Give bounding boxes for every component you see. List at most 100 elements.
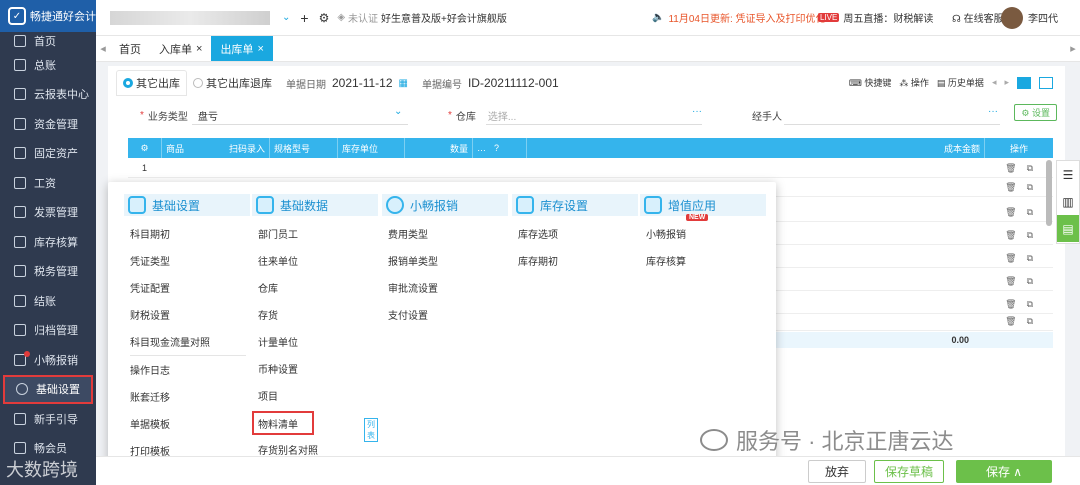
menu-item[interactable]: 审批流设置	[382, 274, 508, 301]
update-notice[interactable]: 🔈 11月04日更新: 凭证导入及打印优化	[652, 10, 826, 25]
menu-item[interactable]: 币种设置	[252, 355, 378, 382]
delete-icon[interactable]: 🗑	[1005, 299, 1016, 310]
delete-icon[interactable]: 🗑	[1005, 253, 1016, 264]
col-product: 商品 扫码录入	[162, 138, 270, 158]
sidebar-item-funds[interactable]: 资金管理	[0, 109, 96, 139]
sidebar-item-inventory[interactable]: 库存核算	[0, 227, 96, 257]
tax-icon	[14, 265, 26, 278]
copy-icon[interactable]: ⧉	[1027, 182, 1033, 193]
settings-button[interactable]: ⚙ 设置	[1014, 104, 1057, 121]
more-icon[interactable]: ···	[988, 106, 998, 117]
sidebar-item-basic-settings[interactable]: 基础设置	[3, 374, 93, 404]
sidebar-item-ledger[interactable]: 总账	[0, 50, 96, 80]
menu-item[interactable]: 支付设置	[382, 301, 508, 328]
scrollbar[interactable]	[1046, 160, 1052, 226]
menu-item[interactable]: 财税设置	[124, 301, 250, 328]
save-button[interactable]: 保存 ∧	[956, 460, 1052, 483]
menu-item[interactable]: 存货	[252, 301, 378, 328]
table-row[interactable]: 1 🗑 ⧉	[128, 159, 1053, 178]
menu-item[interactable]: 部门员工	[252, 220, 378, 247]
menu-item[interactable]: 计量单位	[252, 328, 378, 355]
menu-item[interactable]: 库存期初	[512, 247, 638, 274]
menu-item[interactable]: 费用类型	[382, 220, 508, 247]
delete-icon[interactable]: 🗑	[1005, 182, 1016, 193]
clipboard-icon[interactable]: ▤	[1057, 215, 1079, 242]
sidebar-item-home[interactable]: 首页	[0, 32, 96, 50]
menu-item[interactable]: 凭证类型	[124, 247, 250, 274]
operations-button[interactable]: ⁂ 操作	[899, 76, 929, 89]
radio-other-outbound-return[interactable]: 其它出库退库	[193, 75, 272, 91]
tab-scroll-left-icon[interactable]: ◂	[96, 36, 110, 61]
online-service[interactable]: ☊ 在线客服	[952, 10, 1004, 25]
user-menu[interactable]: 李四代	[1001, 6, 1058, 29]
doc-list-icon[interactable]: ☰	[1057, 161, 1079, 188]
delete-icon[interactable]: 🗑	[1005, 276, 1016, 287]
copy-icon[interactable]: ⧉	[1027, 230, 1033, 241]
delete-icon[interactable]: 🗑	[1005, 316, 1016, 327]
menu-item[interactable]: 库存核算	[640, 247, 766, 274]
scan-entry[interactable]: 扫码录入	[229, 142, 265, 155]
menu-item[interactable]: 凭证配置	[124, 274, 250, 301]
copy-icon[interactable]: ⧉	[1027, 163, 1033, 174]
delete-icon[interactable]: 🗑	[1005, 163, 1016, 174]
menu-item[interactable]: 库存选项	[512, 220, 638, 247]
menu-item-bom[interactable]: 物料清单 列表	[252, 411, 378, 442]
biz-type-field[interactable]: * 业务类型 盘亏	[140, 108, 218, 123]
close-icon[interactable]: ×	[196, 43, 202, 55]
calendar-icon[interactable]: ▦	[399, 78, 408, 89]
menu-item[interactable]: 小畅报销 NEW	[640, 214, 766, 247]
tab-home[interactable]: 首页	[110, 36, 150, 61]
menu-item[interactable]: 报销单类型	[382, 247, 508, 274]
chevron-down-icon[interactable]: ⌄	[394, 106, 402, 117]
doc-date-value[interactable]: 2021-11-12	[332, 76, 393, 90]
next-icon[interactable]: ▸	[1004, 77, 1009, 88]
report-icon[interactable]: ▥	[1057, 188, 1079, 215]
tab-inbound[interactable]: 入库单 ×	[150, 36, 211, 61]
copy-icon[interactable]: ⧉	[1027, 316, 1033, 327]
chevron-down-icon[interactable]: ⌄	[282, 12, 290, 23]
sidebar-item-report[interactable]: 云报表中心	[0, 80, 96, 110]
gear-icon[interactable]: ⚙	[319, 11, 330, 25]
card-view-icon[interactable]	[1039, 76, 1053, 89]
copy-icon[interactable]: ⧉	[1027, 253, 1033, 264]
sidebar-item-closing[interactable]: 结账	[0, 286, 96, 316]
sidebar-item-assets[interactable]: 固定资产	[0, 139, 96, 169]
sidebar-item-expense[interactable]: 小畅报销	[0, 345, 96, 375]
sidebar-item-tax[interactable]: 税务管理	[0, 257, 96, 287]
tab-outbound[interactable]: 出库单 ×	[211, 36, 273, 61]
grid-settings-icon[interactable]: ⚙	[128, 138, 162, 158]
menu-item[interactable]: 操作日志	[124, 356, 250, 383]
handler-field[interactable]: 经手人	[752, 108, 782, 123]
menu-item[interactable]: 往来单位	[252, 247, 378, 274]
menu-item[interactable]: 项目	[252, 382, 378, 409]
sidebar-item-archive[interactable]: 归档管理	[0, 316, 96, 346]
delete-icon[interactable]: 🗑	[1005, 230, 1016, 241]
sidebar-item-guide[interactable]: 新手引导	[0, 404, 96, 434]
copy-icon[interactable]: ⧉	[1027, 276, 1033, 287]
prev-icon[interactable]: ◂	[992, 77, 997, 88]
live-link[interactable]: LIVE 周五直播：财税解读	[818, 10, 933, 25]
more-icon[interactable]: ···	[692, 106, 702, 117]
history-button[interactable]: ▤ 历史单据	[937, 76, 984, 89]
menu-item[interactable]: 仓库	[252, 274, 378, 301]
sidebar-item-salary[interactable]: 工资	[0, 168, 96, 198]
add-icon[interactable]: +	[300, 10, 308, 26]
menu-item[interactable]: 科目期初	[124, 220, 250, 247]
menu-item[interactable]: 单据模板	[124, 410, 250, 437]
copy-icon[interactable]: ⧉	[1027, 207, 1033, 218]
menu-item[interactable]: 账套迁移	[124, 383, 250, 410]
copy-icon[interactable]: ⧉	[1027, 299, 1033, 310]
delete-icon[interactable]: 🗑	[1005, 207, 1016, 218]
menu-item[interactable]: 科目现金流量对照	[124, 328, 250, 355]
warehouse-field[interactable]: * 仓库 选择...	[448, 108, 516, 123]
abandon-button[interactable]: 放弃	[808, 460, 866, 483]
radio-other-outbound[interactable]: 其它出库	[116, 70, 187, 96]
shortcut-button[interactable]: ⌨ 快捷键	[849, 76, 892, 89]
save-draft-button[interactable]: 保存草稿	[874, 460, 944, 483]
tab-scroll-right-icon[interactable]: ▸	[1066, 36, 1080, 61]
help-icon[interactable]: ?	[494, 143, 499, 153]
list-view-icon[interactable]	[1017, 76, 1031, 89]
sidebar-item-invoice[interactable]: 发票管理	[0, 198, 96, 228]
close-icon[interactable]: ×	[257, 43, 263, 55]
menu-col-value-added: 增值应用 小畅报销 NEW 库存核算	[640, 194, 766, 274]
